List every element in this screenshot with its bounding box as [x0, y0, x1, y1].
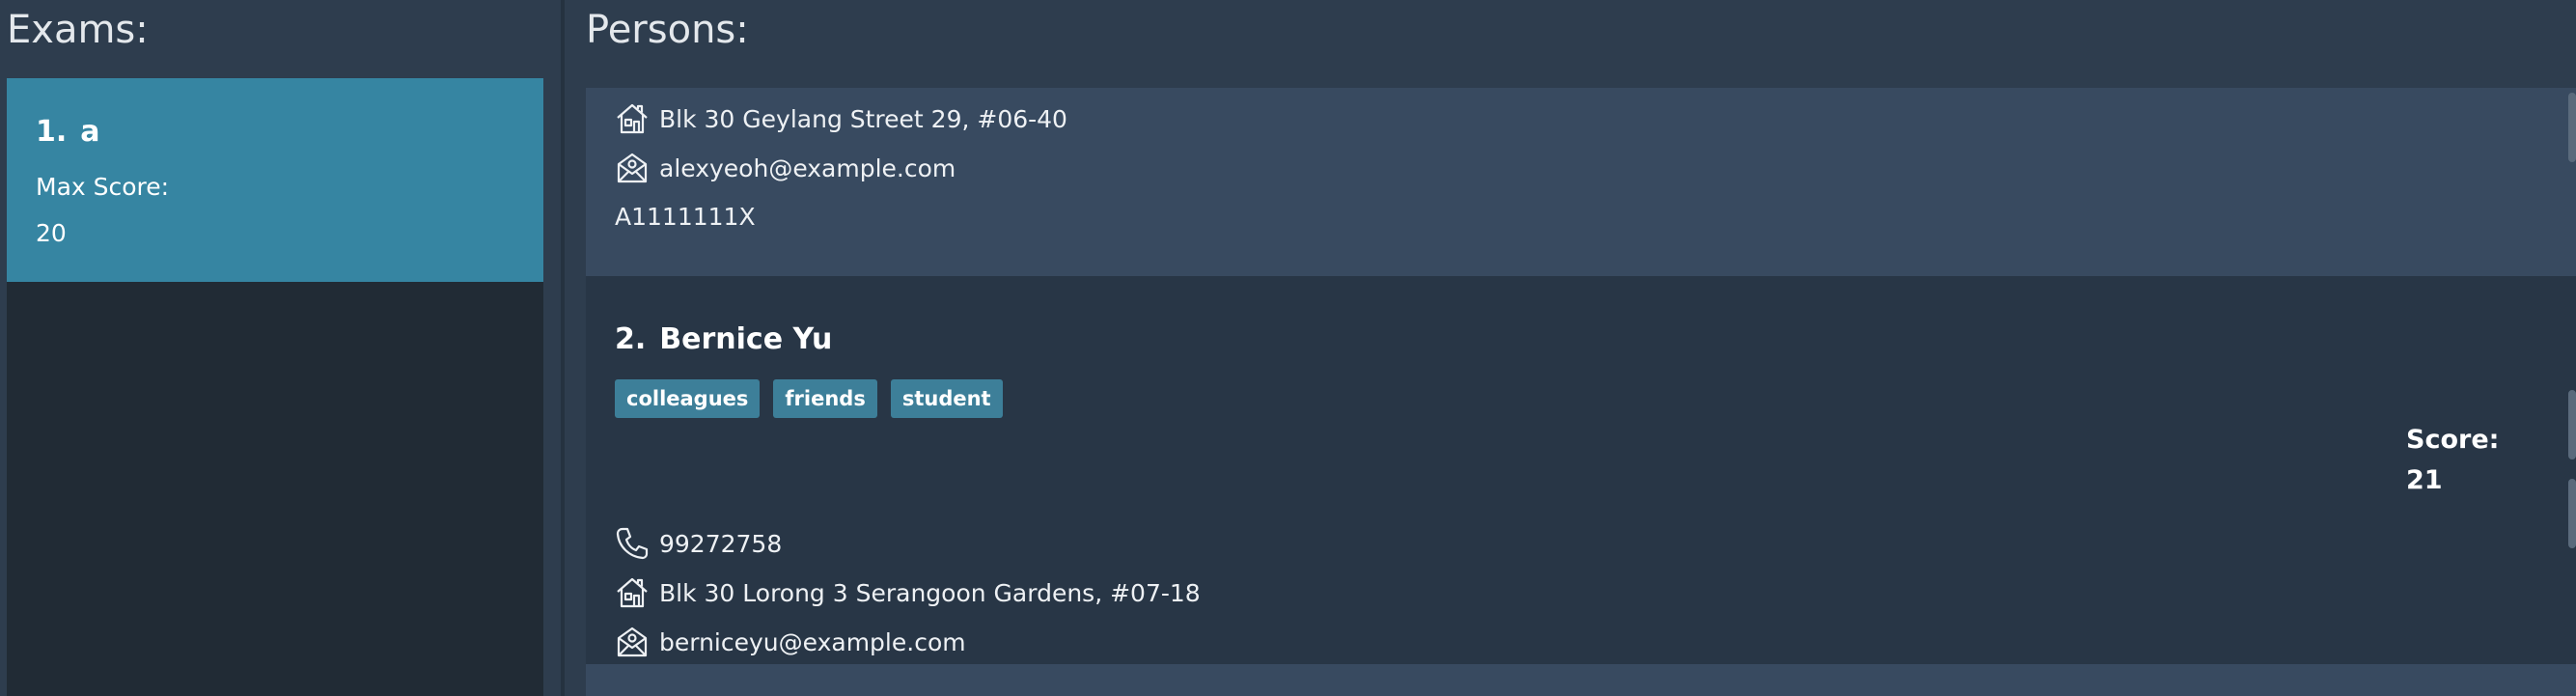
person-card[interactable]	[586, 664, 2576, 696]
email-text: alexyeoh@example.com	[659, 153, 956, 182]
address-text: Blk 30 Lorong 3 Serangoon Gardens, #07-1…	[659, 578, 1201, 607]
phone-icon	[615, 526, 650, 561]
app-window: Exams: 1. a Max Score: 20 Persons: Blk 3…	[0, 0, 2576, 696]
tag-friends: friends	[773, 379, 877, 418]
address-text: Blk 30 Geylang Street 29, #06-40	[659, 104, 1067, 133]
person-name: 2. Bernice Yu	[615, 322, 832, 356]
tag-student: student	[890, 379, 1003, 418]
exam-index: 1.	[36, 115, 68, 149]
phone-text: 99272758	[659, 529, 783, 558]
exam-title: 1. a	[36, 115, 100, 149]
home-icon	[615, 575, 650, 610]
phone-row: 99272758	[615, 524, 782, 563]
exam-card-selected[interactable]: 1. a Max Score: 20	[7, 78, 543, 282]
max-score-value: 20	[36, 219, 67, 247]
email-row: alexyeoh@example.com	[615, 149, 956, 187]
score-label: Score:	[2406, 425, 2500, 455]
home-icon	[615, 101, 650, 136]
score-value: 21	[2406, 465, 2443, 495]
person-index: 2.	[615, 322, 647, 356]
persons-panel-title: Persons:	[586, 8, 749, 52]
email-row: berniceyu@example.com	[615, 623, 966, 661]
exams-panel-title: Exams:	[7, 8, 149, 52]
persons-panel: Persons: Blk 30 Geylang Street 29, #06-4…	[565, 0, 2576, 696]
mail-icon	[615, 151, 650, 185]
exam-name: a	[80, 115, 100, 149]
scrollbar-thumb[interactable]	[2568, 479, 2576, 548]
person-list[interactable]: Blk 30 Geylang Street 29, #06-40 alexyeo…	[586, 88, 2576, 696]
person-name-text: Bernice Yu	[659, 322, 833, 356]
scrollbar-thumb[interactable]	[2568, 390, 2576, 459]
address-row: Blk 30 Geylang Street 29, #06-40	[615, 99, 1067, 138]
exams-panel: Exams: 1. a Max Score: 20	[0, 0, 561, 696]
exam-list[interactable]: 1. a Max Score: 20	[7, 78, 543, 696]
person-card[interactable]: 2. Bernice Yu colleagues friends student …	[586, 276, 2576, 696]
person-card[interactable]: Blk 30 Geylang Street 29, #06-40 alexyeo…	[586, 88, 2576, 276]
tag-colleagues: colleagues	[615, 379, 761, 418]
score-block: Score: 21	[2406, 420, 2499, 501]
id-text: A1111111X	[615, 202, 756, 231]
mail-icon	[615, 625, 650, 659]
tag-list: colleagues friends student	[615, 379, 1003, 418]
scrollbar-thumb[interactable]	[2568, 93, 2576, 162]
max-score-label: Max Score:	[36, 173, 170, 201]
address-row: Blk 30 Lorong 3 Serangoon Gardens, #07-1…	[615, 573, 1201, 612]
email-text: berniceyu@example.com	[659, 627, 966, 656]
